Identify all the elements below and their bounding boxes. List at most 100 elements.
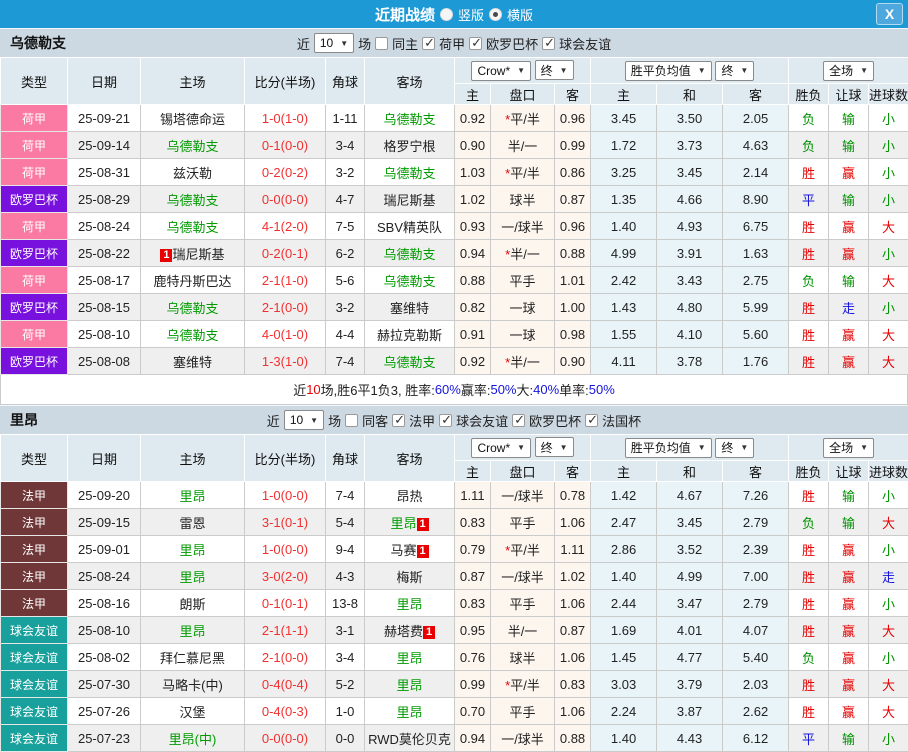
same-side-label: 同客	[362, 411, 388, 430]
close-button[interactable]: X	[876, 3, 903, 25]
column-header: 日期	[68, 58, 141, 105]
match-date: 25-08-02	[68, 644, 141, 671]
league-checkbox[interactable]	[422, 37, 435, 50]
away-team: 里昂	[365, 698, 455, 725]
league-checkbox[interactable]	[585, 414, 598, 427]
avg-stage-select[interactable]: 终▼	[715, 438, 754, 458]
sub-column-header: 主	[591, 461, 657, 482]
corner-score: 5-4	[326, 509, 365, 536]
match-count-select[interactable]: 10▼	[284, 410, 324, 430]
match-date: 25-09-14	[68, 132, 141, 159]
avg-type-select[interactable]: 胜平负均值▼	[625, 438, 712, 458]
league-checkbox[interactable]	[392, 414, 405, 427]
handicap-line: *半/一	[491, 348, 555, 375]
titlebar: 近期战绩 竖版 横版 X	[0, 0, 908, 28]
odds-stage-select[interactable]: 终▼	[535, 437, 574, 457]
handicap-line: *平/半	[491, 105, 555, 132]
corner-score: 13-8	[326, 590, 365, 617]
corner-score: 7-4	[326, 348, 365, 375]
near-label: 近	[297, 34, 310, 53]
match-filters: 近 10▼ 场 同主 荷甲 欧罗巴杯 球会友谊	[297, 33, 611, 53]
horizontal-layout-radio[interactable]	[489, 8, 502, 21]
goals-label: 大	[869, 617, 908, 644]
league-checkbox-label: 球会友谊	[559, 34, 611, 53]
home-team: 拜仁慕尼黑	[141, 644, 245, 671]
table-row: 欧罗巴杯 25-08-15 乌德勒支 2-1(0-0) 3-2 塞维特 0.82…	[1, 294, 908, 321]
match-count-select[interactable]: 10▼	[314, 33, 354, 53]
column-header: 类型	[1, 435, 68, 482]
same-side-checkbox[interactable]	[345, 414, 358, 427]
matches-table: 类型日期主场比分(半场)角球客场Crow*▼ 终▼ 胜平负均值▼ 终▼ 全场▼ …	[0, 434, 908, 752]
league-checkbox[interactable]	[542, 37, 555, 50]
match-score: 0-4(0-4)	[245, 671, 326, 698]
match-date: 25-08-24	[68, 213, 141, 240]
match-type-badge: 荷甲	[1, 105, 68, 132]
same-side-checkbox[interactable]	[375, 37, 388, 50]
section-header: 里昂 近 10▼ 场 同客 法甲 球会友谊 欧罗巴杯 法国杯	[0, 405, 908, 434]
odds-away: 1.01	[555, 267, 591, 294]
scope-select[interactable]: 全场▼	[823, 61, 874, 81]
handicap-line: 平手	[491, 267, 555, 294]
close-icon: X	[885, 6, 894, 22]
handicap-line: 一/球半	[491, 725, 555, 752]
chevron-down-icon: ▼	[740, 66, 748, 75]
handicap-result-label: 赢	[829, 159, 869, 186]
match-date: 25-07-30	[68, 671, 141, 698]
league-checkbox[interactable]	[512, 414, 525, 427]
avg-stage-select[interactable]: 终▼	[715, 61, 754, 81]
away-team: 塞维特	[365, 294, 455, 321]
odds-away: 0.86	[555, 159, 591, 186]
home-team: 里昂(中)	[141, 725, 245, 752]
table-row: 球会友谊 25-08-02 拜仁慕尼黑 2-1(0-0) 3-4 里昂 0.76…	[1, 644, 908, 671]
rank-badge: 1	[417, 518, 429, 531]
goals-label: 大	[869, 348, 908, 375]
result-label: 胜	[789, 590, 829, 617]
corner-score: 3-4	[326, 132, 365, 159]
avg-draw: 4.66	[657, 186, 723, 213]
sub-column-header: 和	[657, 461, 723, 482]
match-score: 4-1(2-0)	[245, 213, 326, 240]
avg-draw: 3.45	[657, 509, 723, 536]
match-score: 0-0(0-0)	[245, 725, 326, 752]
handicap-result-label: 赢	[829, 671, 869, 698]
league-checkbox[interactable]	[469, 37, 482, 50]
match-type-badge: 球会友谊	[1, 644, 68, 671]
table-row: 荷甲 25-08-24 乌德勒支 4-1(2-0) 7-5 SBV精英队 0.9…	[1, 213, 908, 240]
match-date: 25-08-29	[68, 186, 141, 213]
league-checkbox[interactable]	[439, 414, 452, 427]
handicap-result-label: 输	[829, 132, 869, 159]
match-date: 25-08-22	[68, 240, 141, 267]
match-date: 25-09-20	[68, 482, 141, 509]
odds-away: 0.96	[555, 213, 591, 240]
away-team: 乌德勒支	[365, 159, 455, 186]
result-label: 平	[789, 725, 829, 752]
table-row: 欧罗巴杯 25-08-08 塞维特 1-3(1-0) 7-4 乌德勒支 0.92…	[1, 348, 908, 375]
avg-home: 1.43	[591, 294, 657, 321]
match-date: 25-08-17	[68, 267, 141, 294]
goals-label: 大	[869, 213, 908, 240]
odds-away: 1.00	[555, 294, 591, 321]
match-score: 2-1(0-0)	[245, 294, 326, 321]
goals-label: 小	[869, 536, 908, 563]
avg-draw: 3.47	[657, 590, 723, 617]
match-score: 0-2(0-2)	[245, 159, 326, 186]
match-score: 1-0(0-0)	[245, 536, 326, 563]
vertical-layout-radio[interactable]	[440, 8, 453, 21]
avg-home: 2.42	[591, 267, 657, 294]
avg-type-select[interactable]: 胜平负均值▼	[625, 61, 712, 81]
away-team: 乌德勒支	[365, 348, 455, 375]
avg-away: 4.07	[723, 617, 789, 644]
odds-source-select[interactable]: Crow*▼	[471, 438, 531, 458]
odds-source-select[interactable]: Crow*▼	[471, 61, 531, 81]
avg-draw: 4.77	[657, 644, 723, 671]
league-checkbox-label: 球会友谊	[456, 411, 508, 430]
avg-group-header: 胜平负均值▼ 终▼	[591, 58, 789, 84]
scope-select[interactable]: 全场▼	[823, 438, 874, 458]
away-team: 马赛1	[365, 536, 455, 563]
odds-stage-select[interactable]: 终▼	[535, 60, 574, 80]
avg-draw: 4.93	[657, 213, 723, 240]
sub-column-header: 进球数	[869, 461, 908, 482]
table-row: 荷甲 25-09-14 乌德勒支 0-1(0-0) 3-4 格罗宁根 0.90 …	[1, 132, 908, 159]
odds-home: 0.82	[455, 294, 491, 321]
home-team: 汉堡	[141, 698, 245, 725]
